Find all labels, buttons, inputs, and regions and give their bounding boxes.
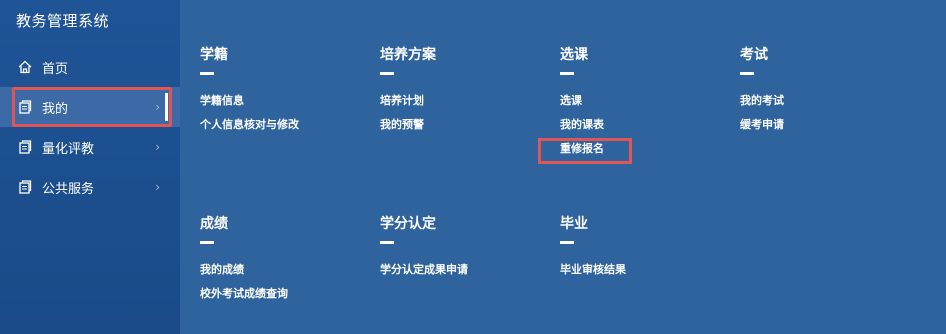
group-dash [560,72,574,75]
link-my-exams[interactable]: 我的考试 [740,89,784,113]
highlight-box [538,138,632,164]
group-title: 成绩 [200,216,228,232]
chevron-right-icon: › [155,140,160,154]
group-dash [560,241,574,244]
link-personal-info-check[interactable]: 个人信息核对与修改 [200,113,299,137]
sidebar-item-evaluation[interactable]: 量化评教 › [0,127,180,167]
group-dash [380,72,394,75]
group-dash [740,72,754,75]
group-title: 选课 [560,47,588,63]
menu-group-graduation: 毕业 毕业审核结果 [560,213,626,282]
highlight-box [12,87,172,127]
group-title: 学籍 [200,47,228,63]
link-credit-recognition-apply[interactable]: 学分认定成果申请 [380,258,468,282]
link-my-grades[interactable]: 我的成绩 [200,258,288,282]
link-training-plan[interactable]: 培养计划 [380,89,436,113]
home-icon [18,60,32,74]
sidebar-item-label: 量化评教 [42,141,95,157]
chevron-right-icon: › [155,180,160,194]
link-deferred-exam[interactable]: 缓考申请 [740,113,784,137]
link-external-exam-grades[interactable]: 校外考试成绩查询 [200,282,288,306]
app-title: 教务管理系统 [16,12,110,30]
sidebar-item-public-services[interactable]: 公共服务 › [0,167,180,207]
group-dash [200,72,214,75]
sidebar: 教务管理系统 首页 我的 › 量化评教 › 公共服务 › [0,0,180,334]
menu-group-exams: 考试 我的考试 缓考申请 [740,44,784,137]
link-graduation-audit[interactable]: 毕业审核结果 [560,258,626,282]
menu-group-grades: 成绩 我的成绩 校外考试成绩查询 [200,213,288,306]
document-icon [18,140,32,154]
menu-group-enrollment: 学籍 学籍信息 个人信息核对与修改 [200,44,299,137]
group-dash [200,241,214,244]
menu-panel: 学籍 学籍信息 个人信息核对与修改 培养方案 培养计划 我的预警 选课 选课 我… [180,0,946,334]
link-course-selection[interactable]: 选课 [560,89,604,113]
group-dash [380,241,394,244]
menu-group-credit-recognition: 学分认定 学分认定成果申请 [380,213,468,282]
link-my-warnings[interactable]: 我的预警 [380,113,436,137]
link-my-timetable[interactable]: 我的课表 [560,113,604,137]
group-title: 培养方案 [380,47,436,63]
sidebar-item-home[interactable]: 首页 [0,47,180,87]
link-enrollment-info[interactable]: 学籍信息 [200,89,299,113]
sidebar-item-label: 首页 [42,61,69,77]
sidebar-item-label: 公共服务 [42,181,95,197]
group-title: 学分认定 [380,216,436,232]
menu-group-training-plan: 培养方案 培养计划 我的预警 [380,44,436,137]
group-title: 毕业 [560,216,588,232]
document-icon [18,180,32,194]
group-title: 考试 [740,47,768,63]
